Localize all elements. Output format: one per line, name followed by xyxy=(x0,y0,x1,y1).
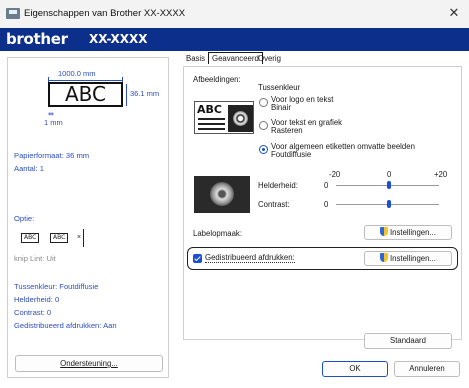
contrast-value: 0 xyxy=(324,200,329,209)
tab-geavanceerd[interactable]: Geavanceerd xyxy=(208,52,263,64)
height-dimension-line xyxy=(126,84,127,106)
contrast-label: Contrast: xyxy=(258,200,290,209)
label-format-label: Labelopmaak: xyxy=(193,229,242,238)
cut-line xyxy=(83,229,84,247)
label-format-settings-label: Instellingen... xyxy=(390,228,436,237)
distributed-print-settings-label: Instellingen... xyxy=(390,254,436,263)
preview-height-label: 36.1 mm xyxy=(130,89,160,98)
halftone-heading: Tussenkleur xyxy=(258,83,301,92)
distributed-print-checkbox[interactable] xyxy=(193,254,202,263)
option-label-b: ABC xyxy=(50,233,69,243)
cancel-button-label: Annuleren xyxy=(409,364,445,373)
count-summary: Aantal: 1 xyxy=(14,164,44,173)
radio-error-diffusion[interactable] xyxy=(259,145,268,154)
cut-mark-icon: × xyxy=(77,234,82,241)
option-raster-line2: Rasteren xyxy=(271,126,303,135)
scale-min: -20 xyxy=(329,170,341,179)
title-bar: Eigenschappen van Brother XX-XXXX ✕ xyxy=(0,0,469,28)
preview-margin-label: 1 mm xyxy=(44,118,63,127)
close-button[interactable]: ✕ xyxy=(447,6,461,20)
support-button[interactable]: Ondersteuning... xyxy=(15,355,163,372)
tab-basis[interactable]: Basis xyxy=(186,54,205,63)
halftone-summary: Tussenkleur: Foutdiffusie xyxy=(14,282,99,291)
brightness-sample-image xyxy=(194,176,250,213)
brand-logo: brother xyxy=(6,30,68,48)
standard-button-label: Standaard xyxy=(390,336,426,345)
radio-binary[interactable] xyxy=(259,98,268,107)
brightness-summary: Helderheid: 0 xyxy=(14,295,60,304)
option-diffusion-line2: Foutdiffusie xyxy=(271,150,312,159)
window-title: Eigenschappen van Brother XX-XXXX xyxy=(24,8,186,19)
brand-bar: brother XX-XXXX xyxy=(0,28,469,51)
images-heading: Afbeeldingen: xyxy=(193,75,241,84)
halftone-sample-image: ABC xyxy=(194,101,254,134)
support-button-label: Ondersteuning... xyxy=(60,359,118,368)
preview-width-label: 1000.0 mm xyxy=(58,69,96,78)
width-dimension-line xyxy=(48,77,123,84)
radio-raster[interactable] xyxy=(259,121,268,130)
label-preview: ABC xyxy=(48,82,123,107)
sample-lines xyxy=(198,118,225,133)
printer-icon xyxy=(6,8,20,19)
distributed-summary: Gedistribueerd afdrukken: Aan xyxy=(14,321,117,330)
sample-text: ABC xyxy=(197,103,222,116)
shield-icon xyxy=(380,253,389,262)
settings-summary-panel: 1000.0 mm ABC 36.1 mm ⇹ 1 mm Papierforma… xyxy=(7,57,169,378)
shield-icon xyxy=(380,227,389,236)
paper-format-summary: Papierformaat: 36 mm xyxy=(14,151,90,160)
distributed-print-label: Gedistribueerd afdrukken: xyxy=(205,253,295,263)
standard-button[interactable]: Standaard xyxy=(364,333,452,349)
brightness-label: Helderheid: xyxy=(258,181,298,190)
contrast-slider-thumb[interactable] xyxy=(387,200,391,208)
tab-overig[interactable]: Overig xyxy=(258,54,281,63)
cancel-button[interactable]: Annuleren xyxy=(394,361,460,377)
margin-arrows-icon: ⇹ xyxy=(48,111,54,118)
distributed-print-settings-button[interactable]: Instellingen... xyxy=(364,251,452,266)
label-format-settings-button[interactable]: Instellingen... xyxy=(364,225,452,240)
contrast-summary: Contrast: 0 xyxy=(14,308,52,317)
ok-button-label: OK xyxy=(349,364,361,373)
scale-mid: 0 xyxy=(387,170,392,179)
brightness-slider-thumb[interactable] xyxy=(387,181,391,189)
sample-photo xyxy=(228,105,253,132)
scale-max: +20 xyxy=(434,170,448,179)
option-label-a: ABC xyxy=(21,233,40,243)
cut-status: knip Lint: Uit xyxy=(14,254,56,263)
option-binary-line2: Binair xyxy=(271,103,291,112)
advanced-panel: Afbeeldingen: Tussenkleur ABC Voor logo … xyxy=(183,66,462,349)
model-name: XX-XXXX xyxy=(89,32,148,46)
option-heading: Optie: xyxy=(14,214,35,223)
ok-button[interactable]: OK xyxy=(322,361,388,377)
brightness-value: 0 xyxy=(324,181,329,190)
